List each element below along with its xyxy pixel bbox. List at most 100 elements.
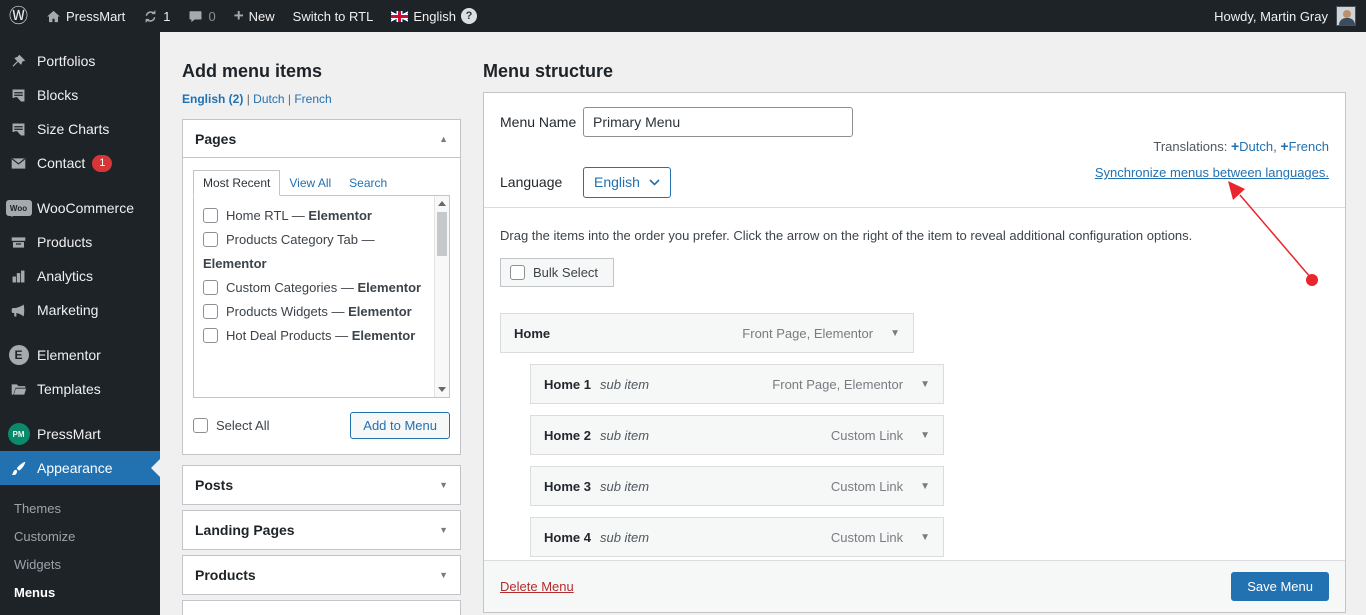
woocommerce-icon: Woo — [0, 200, 37, 216]
page-checkbox-item[interactable]: Hot Deal Products — Elementor — [203, 324, 425, 348]
bulk-select-control[interactable]: Bulk Select — [500, 258, 614, 287]
collapse-icon[interactable]: ▲ — [439, 134, 448, 144]
submenu-item-themes[interactable]: Themes — [0, 494, 160, 522]
menu-item-home-4[interactable]: Home 4 sub item Custom Link ▼ — [530, 517, 944, 557]
landing-pages-accordion[interactable]: Landing Pages ▼ — [182, 510, 461, 550]
howdy-label[interactable]: Howdy, Martin Gray — [1214, 9, 1328, 24]
landing-pages-accordion-title: Landing Pages — [195, 522, 295, 538]
item-settings-arrow-icon[interactable]: ▼ — [920, 379, 930, 390]
synchronize-menus-link[interactable]: Synchronize menus between languages. — [1095, 165, 1329, 180]
site-name-link[interactable]: PressMart — [37, 0, 134, 32]
wordpress-menu-button[interactable]: Ⓦ — [0, 0, 37, 32]
language-switcher[interactable]: English ? — [382, 0, 486, 32]
submenu-item-widgets[interactable]: Widgets — [0, 550, 160, 578]
products-accordion[interactable]: Products ▼ — [182, 555, 461, 595]
translations-label: Translations: — [1153, 139, 1227, 154]
menu-item-home-1[interactable]: Home 1 sub item Front Page, Elementor ▼ — [530, 364, 944, 404]
add-to-menu-button[interactable]: Add to Menu — [350, 412, 450, 439]
expand-icon[interactable]: ▼ — [439, 525, 448, 535]
select-all-control[interactable]: Select All — [193, 418, 269, 433]
separator: | — [288, 92, 291, 106]
document-icon — [0, 87, 37, 104]
item-settings-arrow-icon[interactable]: ▼ — [920, 532, 930, 543]
language-select[interactable]: English — [583, 167, 671, 198]
delete-menu-link[interactable]: Delete Menu — [500, 579, 574, 594]
sidebar-item-contact[interactable]: Contact 1 — [0, 146, 160, 180]
pages-panel-header[interactable]: Pages ▲ — [183, 120, 460, 158]
tab-view-all[interactable]: View All — [280, 171, 340, 195]
menu-item-home-3[interactable]: Home 3 sub item Custom Link ▼ — [530, 466, 944, 506]
add-french-translation-link[interactable]: +French — [1280, 139, 1329, 154]
sidebar-item-marketing[interactable]: Marketing — [0, 293, 160, 327]
sidebar-item-pressmart[interactable]: PM PressMart — [0, 417, 160, 451]
user-avatar[interactable] — [1336, 6, 1356, 26]
pages-panel: Pages ▲ Most Recent View All Search Home… — [182, 119, 461, 455]
custom-links-accordion[interactable]: Custom Links ▼ — [182, 600, 461, 615]
save-menu-button[interactable]: Save Menu — [1231, 572, 1329, 601]
select-all-checkbox[interactable] — [193, 418, 208, 433]
sidebar-item-label: Size Charts — [37, 121, 109, 137]
sidebar-separator — [0, 406, 160, 417]
sidebar-item-label: Blocks — [37, 87, 78, 103]
page-checkbox-item[interactable]: Custom Categories — Elementor — [203, 276, 425, 300]
sidebar-item-label: Products — [37, 234, 92, 250]
sidebar-item-templates[interactable]: Templates — [0, 372, 160, 406]
submenu-item-customize[interactable]: Customize — [0, 522, 160, 550]
scrollbar-thumb[interactable] — [437, 212, 447, 256]
page-checkbox-item[interactable]: Products Widgets — Elementor — [203, 300, 425, 324]
page-checkbox-item[interactable]: Home RTL — Elementor — [203, 204, 425, 228]
select-all-row: Select All Add to Menu — [193, 412, 450, 439]
comments-button[interactable]: 0 — [179, 0, 224, 32]
main-content: Add menu items English (2) | Dutch | Fre… — [160, 32, 1366, 615]
scroll-up-icon[interactable] — [435, 196, 449, 211]
scrollbar[interactable] — [434, 196, 449, 397]
sidebar-item-label: Portfolios — [37, 53, 95, 69]
page-checkbox-item[interactable]: Products Category Tab — Elementor — [203, 228, 425, 276]
sidebar-item-blocks[interactable]: Blocks — [0, 78, 160, 112]
new-content-button[interactable]: + New — [225, 0, 284, 32]
item-settings-arrow-icon[interactable]: ▼ — [920, 430, 930, 441]
checkbox[interactable] — [203, 304, 218, 319]
bulk-select-checkbox[interactable] — [510, 265, 525, 280]
menu-name-input[interactable] — [583, 107, 853, 137]
sidebar-item-products[interactable]: Products — [0, 225, 160, 259]
scroll-down-icon[interactable] — [435, 382, 449, 397]
tab-search[interactable]: Search — [340, 171, 396, 195]
paintbrush-icon — [0, 460, 37, 477]
updates-count: 1 — [163, 9, 170, 24]
item-settings-arrow-icon[interactable]: ▼ — [920, 481, 930, 492]
checkbox[interactable] — [203, 328, 218, 343]
sidebar-item-analytics[interactable]: Analytics — [0, 259, 160, 293]
bulk-select-label: Bulk Select — [533, 265, 598, 280]
menu-item-home-2[interactable]: Home 2 sub item Custom Link ▼ — [530, 415, 944, 455]
language-filter-french[interactable]: French — [294, 92, 331, 106]
checkbox[interactable] — [203, 208, 218, 223]
expand-icon[interactable]: ▼ — [439, 570, 448, 580]
switch-to-rtl-button[interactable]: Switch to RTL — [284, 0, 383, 32]
sidebar-item-elementor[interactable]: E Elementor — [0, 338, 160, 372]
checkbox[interactable] — [203, 232, 218, 247]
menu-structure-column: Menu structure Menu Name Language Englis… — [483, 52, 1346, 615]
sidebar-item-label: Templates — [37, 381, 101, 397]
help-icon[interactable]: ? — [461, 8, 477, 24]
language-filter-links: English (2) | Dutch | French — [182, 92, 461, 106]
sidebar-item-woocommerce[interactable]: Woo WooCommerce — [0, 191, 160, 225]
menu-settings-header: Menu Name Language English Translations:… — [484, 93, 1345, 208]
language-filter-english[interactable]: English (2) — [182, 92, 243, 106]
sidebar-item-appearance[interactable]: Appearance — [0, 451, 160, 485]
tab-most-recent[interactable]: Most Recent — [193, 170, 280, 196]
posts-accordion[interactable]: Posts ▼ — [182, 465, 461, 505]
checkbox[interactable] — [203, 280, 218, 295]
add-dutch-translation-link[interactable]: +Dutch — [1231, 139, 1273, 154]
updates-button[interactable]: 1 — [134, 0, 179, 32]
menu-items-list: Home Front Page, Elementor ▼ Home 1 sub … — [500, 313, 1329, 557]
item-settings-arrow-icon[interactable]: ▼ — [890, 328, 900, 339]
language-filter-dutch[interactable]: Dutch — [253, 92, 284, 106]
sidebar-item-size-charts[interactable]: Size Charts — [0, 112, 160, 146]
submenu-item-menus[interactable]: Menus — [0, 578, 160, 606]
menu-structure-title: Menu structure — [483, 61, 1346, 82]
select-all-label: Select All — [216, 418, 269, 433]
expand-icon[interactable]: ▼ — [439, 480, 448, 490]
menu-item-home[interactable]: Home Front Page, Elementor ▼ — [500, 313, 914, 353]
sidebar-item-portfolios[interactable]: Portfolios — [0, 44, 160, 78]
